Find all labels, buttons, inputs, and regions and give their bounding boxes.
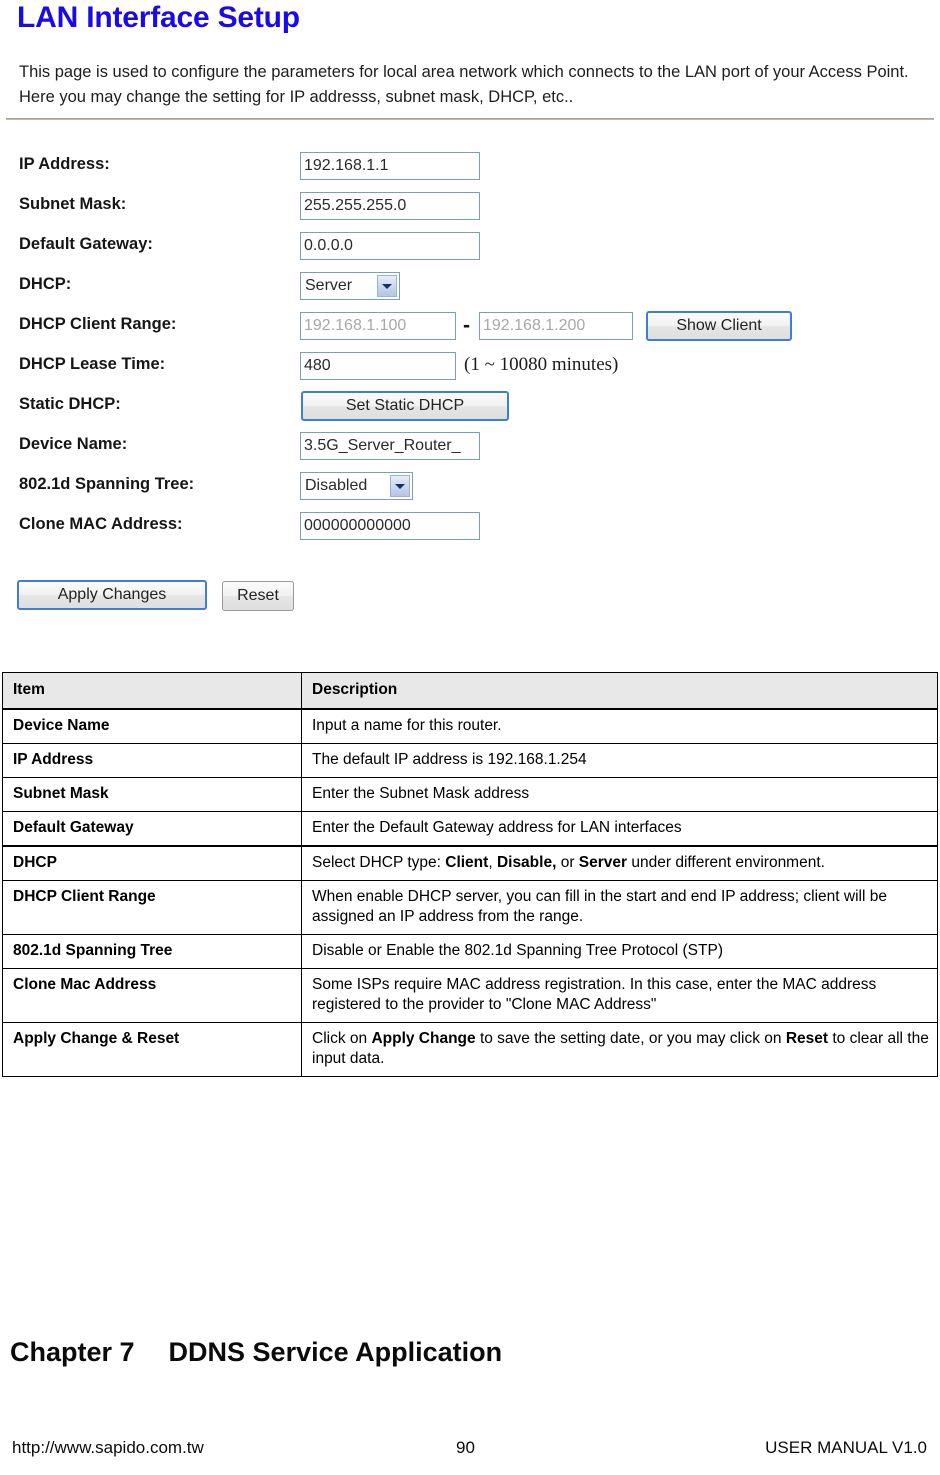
footer-page-number: 90 <box>456 1438 475 1457</box>
form-row-dhcp-client-range: DHCP Client Range: 192.168.1.100 - 192.1… <box>0 308 940 348</box>
default-gateway-input[interactable]: 0.0.0.0 <box>300 232 480 260</box>
dhcp-select-value: Server <box>305 277 353 294</box>
apply-changes-button[interactable]: Apply Changes <box>17 580 207 610</box>
table-cell-description: When enable DHCP server, you can fill in… <box>301 880 938 935</box>
dhcp-label: DHCP: <box>19 275 72 293</box>
dhcp-lease-time-input[interactable]: 480 <box>300 352 456 380</box>
page-intro-text: This page is used to configure the param… <box>19 63 909 106</box>
horizontal-divider <box>6 118 934 120</box>
form-row-dhcp: DHCP: Server <box>0 268 940 308</box>
page-footer: http://www.sapido.com.tw 90 USER MANUAL … <box>0 1438 940 1466</box>
description-table: Item Description Device Name Input a name… <box>2 672 938 1077</box>
clone-mac-input[interactable]: 000000000000 <box>300 512 480 540</box>
subnet-mask-label: Subnet Mask: <box>19 195 127 213</box>
chapter-heading: Chapter 7 DDNS Service Application <box>10 1337 502 1368</box>
device-name-label: Device Name: <box>19 435 128 453</box>
ip-address-input[interactable]: 192.168.1.1 <box>300 152 480 180</box>
dhcp-lease-time-label: DHCP Lease Time: <box>19 355 166 373</box>
form-row-ip-address: IP Address: 192.168.1.1 <box>0 148 940 188</box>
default-gateway-label: Default Gateway: <box>19 235 153 253</box>
footer-website-link[interactable]: http://www.sapido.com.tw <box>12 1438 204 1458</box>
table-cell-description: Enter the Subnet Mask address <box>301 777 938 812</box>
form-row-device-name: Device Name: 3.5G_Server_Router_ <box>0 428 940 468</box>
chapter-name: DDNS Service Application <box>168 1337 503 1367</box>
table-header-row: Item Description <box>2 672 938 710</box>
table-cell-item: DHCP Client Range <box>2 880 302 935</box>
table-row: DHCP Select DHCP type: Client, Disable, o… <box>2 845 938 881</box>
table-row: IP Address The default IP address is 192.… <box>2 743 938 778</box>
table-cell-description: Some ISPs require MAC address registrati… <box>301 968 938 1023</box>
spanning-tree-select-value: Disabled <box>305 477 368 494</box>
chapter-number: Chapter 7 <box>10 1337 135 1367</box>
spanning-tree-label: 802.1d Spanning Tree: <box>19 475 195 493</box>
form-row-static-dhcp: Static DHCP: Set Static DHCP <box>0 388 940 428</box>
form-row-subnet-mask: Subnet Mask: 255.255.255.0 <box>0 188 940 228</box>
table-row: Subnet Mask Enter the Subnet Mask address <box>2 777 938 812</box>
dhcp-range-end-input[interactable]: 192.168.1.200 <box>479 312 633 340</box>
show-client-button[interactable]: Show Client <box>646 311 792 341</box>
table-cell-item: IP Address <box>2 743 302 778</box>
table-cell-item: Apply Change & Reset <box>2 1022 302 1077</box>
dhcp-client-range-label: DHCP Client Range: <box>19 315 177 333</box>
table-row: 802.1d Spanning Tree Disable or Enable th… <box>2 934 938 969</box>
form-row-default-gateway: Default Gateway: 0.0.0.0 <box>0 228 940 268</box>
column-header-item: Item <box>2 672 302 710</box>
table-cell-item: 802.1d Spanning Tree <box>2 934 302 969</box>
table-cell-description: Select DHCP type: Client, Disable, or Se… <box>301 845 938 881</box>
spanning-tree-select[interactable]: Disabled <box>300 472 413 500</box>
subnet-mask-input[interactable]: 255.255.255.0 <box>300 192 480 220</box>
table-cell-description: Click on Apply Change to save the settin… <box>301 1022 938 1077</box>
form-row-dhcp-lease-time: DHCP Lease Time: 480 (1 ~ 10080 minutes) <box>0 348 940 388</box>
table-row: Default Gateway Enter the Default Gateway… <box>2 811 938 847</box>
form-row-spanning-tree: 802.1d Spanning Tree: Disabled <box>0 468 940 508</box>
footer-manual-version: USER MANUAL V1.0 <box>765 1438 927 1457</box>
table-cell-description: Disable or Enable the 802.1d Spanning Tr… <box>301 934 938 969</box>
dhcp-select[interactable]: Server <box>300 272 400 300</box>
table-cell-description: The default IP address is 192.168.1.254 <box>301 743 938 778</box>
clone-mac-label: Clone MAC Address: <box>19 515 183 533</box>
ip-address-label: IP Address: <box>19 155 110 173</box>
form-action-buttons: Apply Changes Reset <box>0 578 940 618</box>
table-cell-item: Subnet Mask <box>2 777 302 812</box>
router-ui-screenshot: LAN Interface Setup This page is used to… <box>0 0 940 640</box>
page-title: LAN Interface Setup <box>17 1 300 34</box>
table-row: Device Name Input a name for this router. <box>2 708 938 744</box>
chevron-down-icon[interactable] <box>390 475 410 497</box>
table-row: Clone Mac Address Some ISPs require MAC a… <box>2 968 938 1023</box>
device-name-input[interactable]: 3.5G_Server_Router_ <box>300 432 480 460</box>
table-cell-item: Default Gateway <box>2 811 302 847</box>
form-row-clone-mac: Clone MAC Address: 000000000000 <box>0 508 940 548</box>
table-body: Device Name Input a name for this router.… <box>2 708 938 1077</box>
table-row: Apply Change & Reset Click on Apply Chang… <box>2 1022 938 1077</box>
column-header-description: Description <box>301 672 938 710</box>
table-cell-item: DHCP <box>2 845 302 881</box>
table-cell-description: Input a name for this router. <box>301 708 938 744</box>
set-static-dhcp-button[interactable]: Set Static DHCP <box>301 391 509 421</box>
range-separator: - <box>463 314 470 337</box>
table-row: DHCP Client Range When enable DHCP server… <box>2 880 938 935</box>
reset-button[interactable]: Reset <box>222 581 294 611</box>
lan-settings-form: IP Address: 192.168.1.1 Subnet Mask: 255… <box>0 148 940 548</box>
table-cell-item: Clone Mac Address <box>2 968 302 1023</box>
chevron-down-icon[interactable] <box>377 275 397 297</box>
table-cell-description: Enter the Default Gateway address for LA… <box>301 811 938 847</box>
dhcp-lease-time-hint: (1 ~ 10080 minutes) <box>464 354 619 375</box>
static-dhcp-label: Static DHCP: <box>19 395 121 413</box>
dhcp-range-start-input[interactable]: 192.168.1.100 <box>300 312 456 340</box>
table-cell-item: Device Name <box>2 708 302 744</box>
